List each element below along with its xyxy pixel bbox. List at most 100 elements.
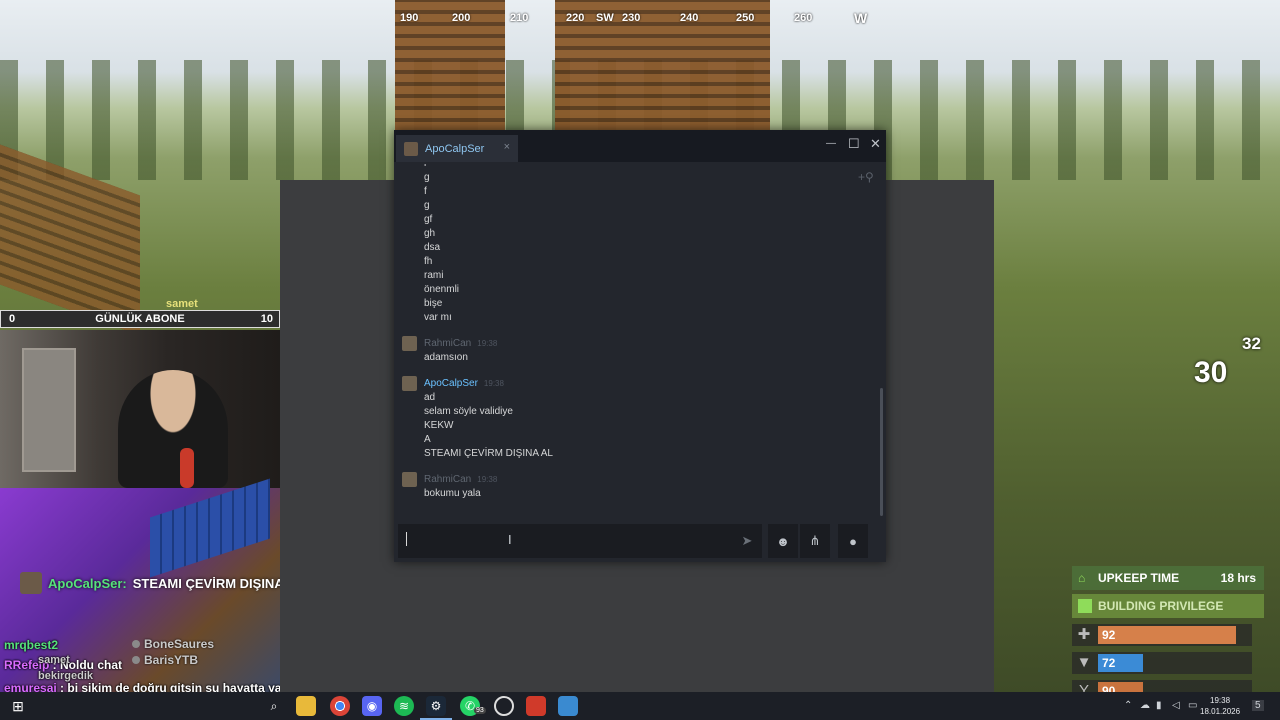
compass-label: 200 [452,12,471,24]
health-bar: 92 [1098,626,1236,644]
compass-label: W [854,10,868,26]
whatsapp-badge: 93 [474,707,486,714]
chat-tab[interactable]: ApoCalpSer × [396,135,518,162]
message-line: adamsıon [424,352,468,363]
attach-button[interactable]: ⋔ [800,524,830,558]
voice-button[interactable]: ● [838,524,868,558]
message-sender: ApoCalpSer 19:38 [402,376,504,391]
add-friend-icon[interactable]: +⚲ [858,170,874,184]
file-explorer-icon[interactable] [296,696,316,716]
voice-icon: ● [849,533,857,549]
emoji-icon: ☻ [776,533,790,549]
message-line: KEKW [424,420,454,431]
streamer [118,370,228,488]
message-line: önenmli [424,284,460,295]
chat-scrollbar[interactable] [880,388,883,516]
message-line: fh [424,256,433,267]
compass-bar: 190 200 210 220 SW 230 240 250 260 W [390,6,880,32]
water-bar: 90 [1098,682,1143,692]
message-line: g [424,172,430,183]
minimize-button[interactable]: — [826,138,836,149]
ammo-loaded: 30 [1194,356,1228,389]
message-line: f [424,186,427,197]
webcam-shelf [22,348,76,472]
message-line: dsa [424,242,441,253]
network-icon[interactable]: ▭ [1188,700,1197,711]
water-stat: Y 90 [1072,680,1252,692]
avatar [402,472,417,487]
send-icon: ➤ [741,533,753,548]
compass-label: 260 [794,12,813,24]
viewer-list: BoneSaures BarisYTB [132,636,214,668]
chat-line: mrqbest2 [4,638,59,652]
clock-date: 18.01.2026 [1200,707,1241,716]
windows-taskbar: ⊞ ⌕ ◉ ≋ ⚙ ✆ 93 ⌃ ☁ ▮ ◁ ▭ 19:38 18.01.202… [0,692,1280,720]
sub-goal-label: GÜNLÜK ABONE [95,313,185,325]
highlighted-user: ApoCalpSer: [48,575,127,591]
message-line: rami [424,270,444,281]
volume-icon[interactable]: ◁ [1172,700,1180,711]
system-clock[interactable]: 19:38 18.01.2026 [1200,695,1240,717]
upkeep-label: UPKEEP TIME [1098,571,1180,585]
app-red-icon[interactable] [526,696,546,716]
ibeam-cursor-icon: I [508,532,512,547]
building-privilege: BUILDING PRIVILEGE [1072,594,1264,618]
message-time: 19:38 [477,339,498,348]
tray-cloud-icon[interactable]: ☁ [1140,700,1150,711]
steam-chat-window[interactable]: ApoCalpSer × — ☐ ✕ +⚲ l g f g gf gh dsa … [394,130,886,562]
food-bar: 72 [1098,654,1143,672]
message-line: bokumu yala [424,488,481,499]
send-button[interactable]: ➤ [732,524,762,558]
notifications-icon[interactable]: 5 [1252,700,1264,711]
emoji-button[interactable]: ☻ [768,524,798,558]
message-line: gh [424,228,436,239]
highlighted-chat-message: ApoCalpSer: STEAMI ÇEVİRM DIŞINA AL [20,572,304,594]
sender-name[interactable]: RahmiCan [424,338,471,349]
search-icon[interactable]: ⌕ [264,696,284,716]
compass-label: 210 [510,12,529,24]
clock-time: 19:38 [1210,696,1231,705]
ammo-reserve: 32 [1242,334,1261,353]
sub-goal-bar: 0 GÜNLÜK ABONE 10 [0,310,280,328]
sender-name[interactable]: ApoCalpSer [424,378,478,389]
compass-label: SW [596,12,614,24]
tray-battery-icon[interactable]: ▮ [1156,700,1162,711]
compass-label: 240 [680,12,699,24]
steam-icon[interactable]: ⚙ [426,696,446,716]
obs-icon[interactable] [494,696,514,716]
windows-start-icon[interactable]: ⊞ [8,696,28,716]
compass-label: 250 [736,12,755,24]
water-icon: Y [1078,682,1089,693]
latest-subscriber: samet [166,298,198,310]
tray-chevron-icon[interactable]: ⌃ [1124,700,1132,711]
avatar [20,572,42,594]
microphone [180,448,194,488]
sub-goal-max: 10 [260,313,273,325]
chat-tab-title: ApoCalpSer [425,142,485,155]
avatar [402,376,417,391]
message-line: selam söyle validiye [424,406,513,417]
message-line: gf [424,214,433,225]
message-list: +⚲ l g f g gf gh dsa fh rami önenmli biş… [394,164,886,518]
message-input[interactable]: I [398,524,732,558]
maximize-button[interactable]: ☐ [848,136,860,152]
chrome-icon[interactable] [330,696,350,716]
text-caret [406,532,407,546]
close-tab-icon[interactable]: × [504,141,510,153]
window-titlebar[interactable]: ApoCalpSer × — ☐ ✕ [394,130,886,162]
message-line: l [424,164,426,169]
building-privilege-label: BUILDING PRIVILEGE [1098,599,1224,613]
house-icon: ⌂ [1078,571,1086,585]
app-blue-icon[interactable] [558,696,578,716]
message-sender: RahmiCan 19:38 [402,472,497,487]
spotify-icon[interactable]: ≋ [394,696,414,716]
avatar [402,336,417,351]
food-icon: ▼ [1076,654,1092,671]
message-line: var mı [424,312,452,323]
message-line: STEAMI ÇEVİRM DIŞINA AL [424,448,553,459]
sender-name[interactable]: RahmiCan [424,474,471,485]
close-button[interactable]: ✕ [870,136,881,152]
compass-label: 190 [400,12,419,24]
upkeep-time: ⌂ UPKEEP TIME 18 hrs [1072,566,1264,590]
discord-icon[interactable]: ◉ [362,696,382,716]
